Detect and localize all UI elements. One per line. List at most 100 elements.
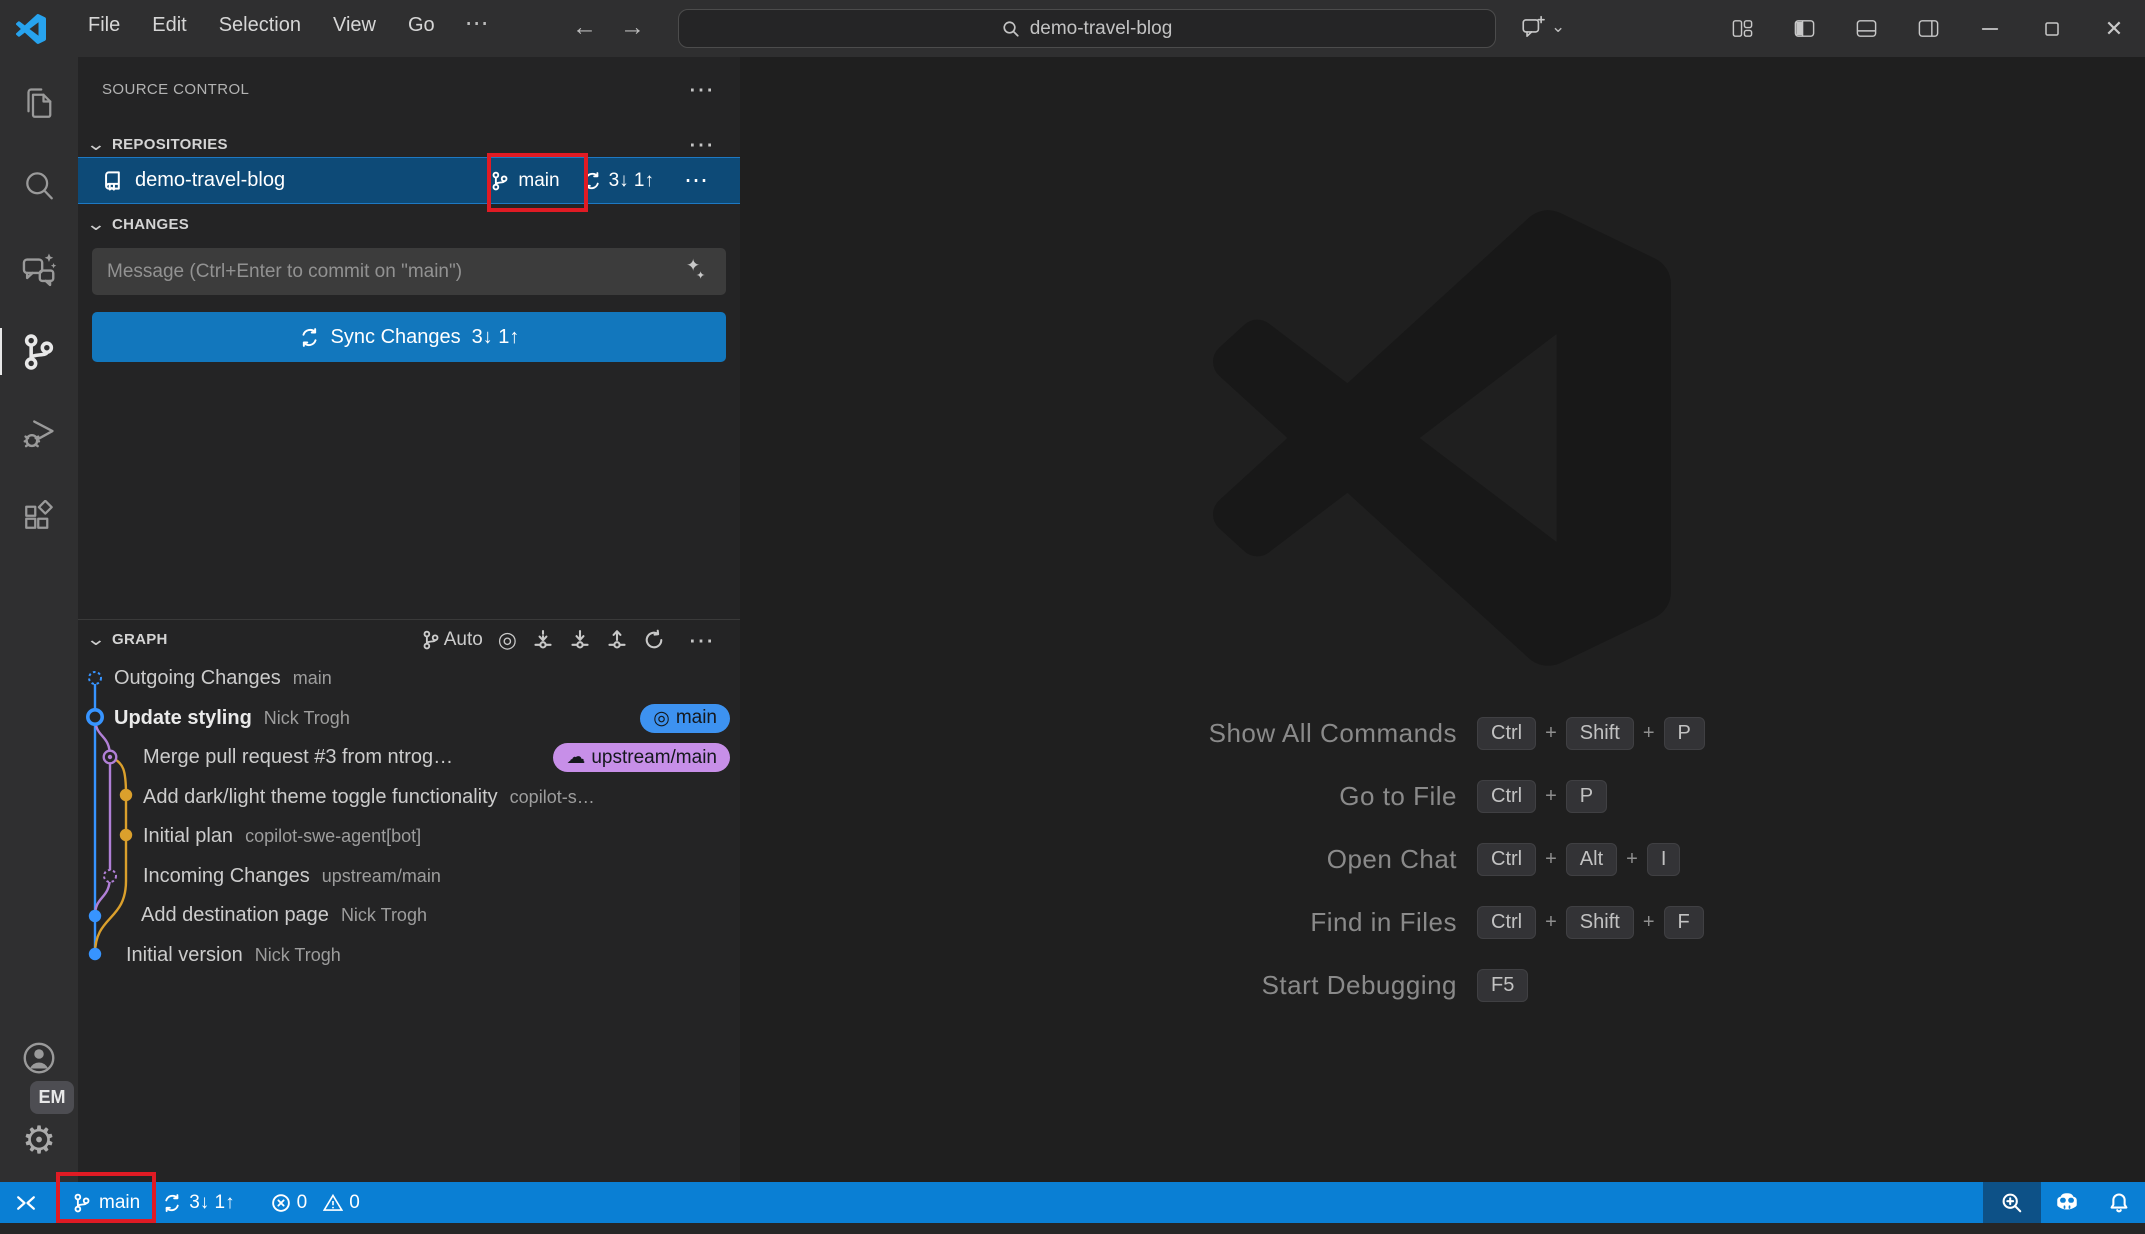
branch-badge-upstream[interactable]: ☁ upstream/main [553, 743, 730, 772]
nav-forward-icon[interactable]: → [620, 13, 645, 42]
close-button[interactable]: ✕ [2083, 0, 2145, 57]
sync-changes-button[interactable]: Sync Changes 3↓ 1↑ [92, 312, 726, 362]
graph-target-icon[interactable]: ◎ [498, 629, 517, 651]
graph-row-destination-page[interactable]: Add destination page Nick Trogh [78, 896, 740, 936]
menu-edit[interactable]: Edit [136, 7, 202, 50]
sync-status-button[interactable]: 3↓ 1↑ [582, 170, 654, 192]
shortcut-label: Start Debugging [740, 970, 1457, 1001]
fetch-icon[interactable] [532, 629, 554, 651]
menu-more-icon[interactable]: ⋯ [451, 7, 503, 50]
commit-message: Outgoing Changes [114, 667, 281, 690]
refresh-icon[interactable] [643, 629, 665, 651]
sync-button-counts: 3↓ 1↑ [472, 326, 520, 349]
graph-row-theme-toggle[interactable]: Add dark/light theme toggle functionalit… [78, 778, 740, 818]
commit-message: Merge pull request #3 from ntrog… [143, 746, 453, 769]
profile-badge: EM [30, 1081, 74, 1114]
key: Ctrl [1477, 843, 1536, 876]
key: Ctrl [1477, 906, 1536, 939]
generate-commit-message-icon[interactable]: ✦✦ [686, 257, 705, 282]
chat-sidebar-icon[interactable] [0, 227, 78, 310]
commit-author: Nick Trogh [255, 945, 341, 966]
zoom-indicator[interactable] [1983, 1182, 2041, 1223]
repository-name: demo-travel-blog [135, 169, 285, 192]
key: P [1566, 780, 1607, 813]
menu-go[interactable]: Go [392, 7, 451, 50]
sidebar-title: SOURCE CONTROL [102, 81, 249, 98]
commit-message-input[interactable] [92, 248, 726, 295]
commit-author: Nick Trogh [341, 905, 427, 926]
command-center-search[interactable]: demo-travel-blog [678, 9, 1496, 48]
chevron-down-icon: ⌄ [85, 629, 107, 650]
graph-row-initial-plan[interactable]: Initial plan copilot-swe-agent[bot] [78, 817, 740, 857]
sync-button-label: Sync Changes [331, 326, 461, 349]
remote-indicator[interactable] [10, 1182, 42, 1223]
search-sidebar-icon[interactable] [0, 144, 78, 227]
repository-row[interactable]: demo-travel-blog main 3↓ 1↑ ⋯ [78, 157, 740, 204]
minimize-button[interactable] [1959, 0, 2021, 57]
source-control-icon[interactable] [0, 310, 78, 393]
commit-message: Initial version [126, 944, 243, 967]
graph-section-header[interactable]: ⌄ GRAPH Auto ◎ ⋯ [78, 619, 740, 659]
graph-row-merge-pr[interactable]: Merge pull request #3 from ntrog… ☁ upst… [78, 738, 740, 778]
extensions-icon[interactable] [0, 476, 78, 559]
sidebar-header: SOURCE CONTROL ⋯ [102, 71, 722, 107]
push-icon[interactable] [606, 629, 628, 651]
key: Shift [1566, 717, 1634, 750]
menu-view[interactable]: View [317, 7, 392, 50]
changes-label: CHANGES [112, 216, 189, 233]
statusbar-right [1983, 1182, 2145, 1223]
warning-count: 0 [349, 1192, 360, 1214]
commit-message: Add dark/light theme toggle functionalit… [143, 786, 498, 809]
explorer-icon[interactable] [0, 61, 78, 144]
chat-icon [1520, 14, 1546, 40]
annotation-box-repo-branch [487, 153, 588, 212]
repositories-section-header[interactable]: ⌄ REPOSITORIES ⋯ [88, 128, 722, 160]
menu-file[interactable]: File [72, 7, 136, 50]
run-debug-icon[interactable] [0, 393, 78, 476]
changes-section-header[interactable]: ⌄ CHANGES [88, 208, 722, 240]
key: Ctrl [1477, 780, 1536, 813]
status-bar: main 3↓ 1↑ 0 0 [0, 1182, 2145, 1223]
problems-indicator[interactable]: 0 0 [267, 1182, 364, 1223]
chevron-down-icon: ⌄ [85, 214, 107, 235]
pull-icon[interactable] [569, 629, 591, 651]
notifications-bell[interactable] [2093, 1182, 2145, 1223]
graph-auto-button[interactable]: Auto [421, 629, 483, 651]
branch-badge-main[interactable]: ◎ main [640, 704, 730, 733]
commit-author: Nick Trogh [264, 708, 350, 729]
shortcut-open-chat: Open Chat Ctrl+Alt+I [740, 828, 2145, 891]
graph-row-outgoing[interactable]: Outgoing Changes main [78, 659, 740, 699]
toggle-panel-icon[interactable] [1835, 0, 1897, 57]
graph-row-initial-version[interactable]: Initial version Nick Trogh [78, 936, 740, 976]
graph-row-incoming[interactable]: Incoming Changes upstream/main [78, 857, 740, 897]
activity-bar: ⚙ [0, 57, 78, 1182]
search-icon [1002, 20, 1020, 38]
commit-message: Add destination page [141, 904, 329, 927]
commit-author: copilot-s… [510, 787, 595, 808]
key: P [1664, 717, 1705, 750]
editor-area: Show All Commands Ctrl+Shift+P Go to Fil… [740, 57, 2145, 1182]
toggle-primary-sidebar-icon[interactable] [1773, 0, 1835, 57]
customize-layout-icon[interactable] [1711, 0, 1773, 57]
nav-back-icon[interactable]: ← [572, 13, 597, 42]
menu-bar: File Edit Selection View Go ⋯ [72, 7, 503, 50]
sync-icon [162, 1193, 182, 1213]
warning-icon [323, 1193, 343, 1213]
graph-row-update-styling[interactable]: Update styling Nick Trogh ◎ main [78, 699, 740, 739]
copilot-status-button[interactable] [2041, 1182, 2093, 1223]
shortcut-label: Go to File [740, 781, 1457, 812]
menu-selection[interactable]: Selection [203, 7, 317, 50]
maximize-button[interactable] [2021, 0, 2083, 57]
sync-counts: 3↓ 1↑ [609, 170, 654, 192]
key: F5 [1477, 969, 1528, 1002]
toggle-secondary-sidebar-icon[interactable] [1897, 0, 1959, 57]
key: F [1664, 906, 1704, 939]
vscode-watermark-logo [1206, 209, 1678, 667]
statusbar-sync-button[interactable]: 3↓ 1↑ [158, 1182, 238, 1223]
graph-label: GRAPH [112, 631, 168, 648]
annotation-box-status-branch [56, 1172, 156, 1223]
vscode-logo-icon [16, 14, 46, 44]
copilot-chat-button[interactable]: ⌄ [1520, 14, 1565, 40]
repositories-label: REPOSITORIES [112, 136, 228, 153]
key: I [1647, 843, 1681, 876]
